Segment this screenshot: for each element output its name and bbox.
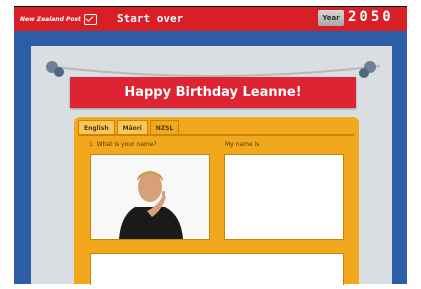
tab-english[interactable]: English (78, 120, 115, 135)
brand-name: New Zealand Post (20, 15, 81, 23)
rope-knot-icon (359, 61, 376, 78)
tab-divider (78, 134, 354, 136)
year-label: Year (318, 10, 344, 26)
question-label: 1. What is your name? (89, 141, 157, 148)
question-text: What is your name? (96, 141, 157, 148)
year-value: 2050 (348, 9, 394, 25)
brand-logo: New Zealand Post (20, 12, 97, 26)
start-over-button[interactable]: Start over (111, 9, 189, 27)
question-number: 1. (89, 141, 95, 148)
tab-maori[interactable]: Māori (116, 120, 148, 135)
answer-label: My name is (225, 141, 260, 148)
rope-knot-icon (46, 61, 64, 77)
language-tabs: English Māori NZSL (78, 120, 180, 135)
message-area[interactable] (90, 253, 344, 285)
name-answer-field[interactable] (224, 154, 344, 240)
birthday-banner: Happy Birthday Leanne! (70, 77, 356, 108)
envelope-icon (83, 13, 97, 25)
signer-figure (91, 155, 209, 239)
tab-nzsl[interactable]: NZSL (149, 120, 180, 135)
sign-language-video[interactable] (90, 154, 210, 240)
